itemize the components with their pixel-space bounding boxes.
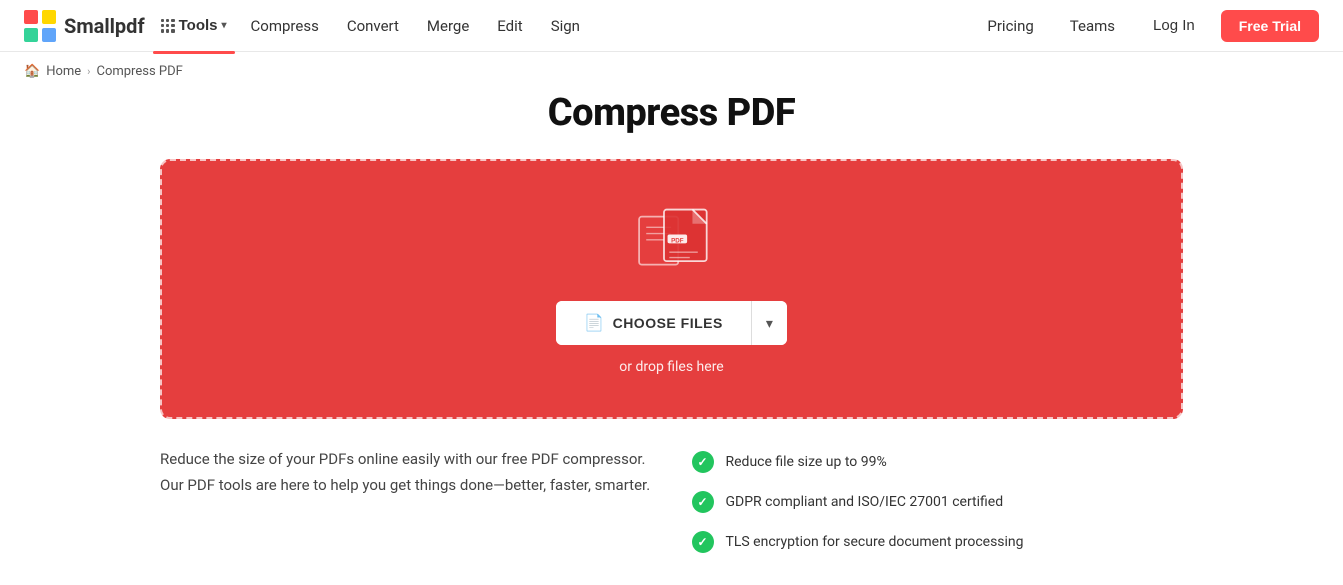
features-row: Reduce the size of your PDFs online easi… <box>160 447 1183 553</box>
grid-icon <box>161 19 175 33</box>
choose-files-dropdown[interactable]: ▾ <box>752 301 787 345</box>
breadcrumb-current: Compress PDF <box>96 64 182 79</box>
nav-teams[interactable]: Teams <box>1058 13 1127 39</box>
choose-files-label: CHOOSE FILES <box>613 315 723 331</box>
breadcrumb-separator: › <box>87 65 90 78</box>
drop-zone[interactable]: PDF 📄 CHOOSE FILES ▾ or drop files here <box>160 159 1183 419</box>
chevron-down-icon: ▾ <box>222 20 227 31</box>
features-list: ✓ Reduce file size up to 99% ✓ GDPR comp… <box>692 447 1184 553</box>
check-mark-1: ✓ <box>697 455 707 469</box>
chevron-down-icon: ▾ <box>766 315 773 331</box>
login-button[interactable]: Log In <box>1139 11 1209 40</box>
choose-files-button[interactable]: 📄 CHOOSE FILES <box>556 301 751 345</box>
drop-text: or drop files here <box>619 359 723 375</box>
nav-sign[interactable]: Sign <box>539 13 592 39</box>
check-mark-3: ✓ <box>697 535 707 549</box>
nav-merge[interactable]: Merge <box>415 13 481 39</box>
feature-text-1: Reduce file size up to 99% <box>726 454 887 470</box>
logo-icon <box>24 10 56 42</box>
features-desc-text: Reduce the size of your PDFs online easi… <box>160 447 652 498</box>
feature-text-2: GDPR compliant and ISO/IEC 27001 certifi… <box>726 494 1004 510</box>
feature-text-3: TLS encryption for secure document proce… <box>726 534 1024 550</box>
nav-pricing[interactable]: Pricing <box>975 13 1045 39</box>
logo-link[interactable]: Smallpdf <box>24 10 145 42</box>
feature-item-1: ✓ Reduce file size up to 99% <box>692 451 1184 473</box>
check-circle-3: ✓ <box>692 531 714 553</box>
nav-compress[interactable]: Compress <box>239 13 331 39</box>
tools-label: Tools <box>179 17 218 34</box>
pdf-illustration: PDF <box>632 203 712 277</box>
logo-text: Smallpdf <box>64 14 145 38</box>
nav-convert[interactable]: Convert <box>335 13 411 39</box>
main-content: Compress PDF PDF <box>0 91 1343 585</box>
nav-links: Compress Convert Merge Edit Sign <box>239 13 592 39</box>
check-mark-2: ✓ <box>697 495 707 509</box>
tools-menu-button[interactable]: Tools ▾ <box>153 13 235 38</box>
navbar: Smallpdf Tools ▾ Compress Convert Merge … <box>0 0 1343 52</box>
features-description: Reduce the size of your PDFs online easi… <box>160 447 652 498</box>
pdf-icon-svg: PDF <box>632 203 712 273</box>
feature-item-3: ✓ TLS encryption for secure document pro… <box>692 531 1184 553</box>
breadcrumb: 🏠 Home › Compress PDF <box>0 52 1343 91</box>
check-circle-1: ✓ <box>692 451 714 473</box>
file-icon: 📄 <box>584 313 604 333</box>
check-circle-2: ✓ <box>692 491 714 513</box>
nav-edit[interactable]: Edit <box>485 13 534 39</box>
breadcrumb-home[interactable]: Home <box>46 64 81 79</box>
svg-text:PDF: PDF <box>671 237 684 244</box>
choose-files-row: 📄 CHOOSE FILES ▾ <box>556 301 787 345</box>
nav-right: Pricing Teams Log In Free Trial <box>975 10 1319 42</box>
page-title: Compress PDF <box>160 91 1183 135</box>
home-icon: 🏠 <box>24 64 40 79</box>
free-trial-button[interactable]: Free Trial <box>1221 10 1319 42</box>
feature-item-2: ✓ GDPR compliant and ISO/IEC 27001 certi… <box>692 491 1184 513</box>
